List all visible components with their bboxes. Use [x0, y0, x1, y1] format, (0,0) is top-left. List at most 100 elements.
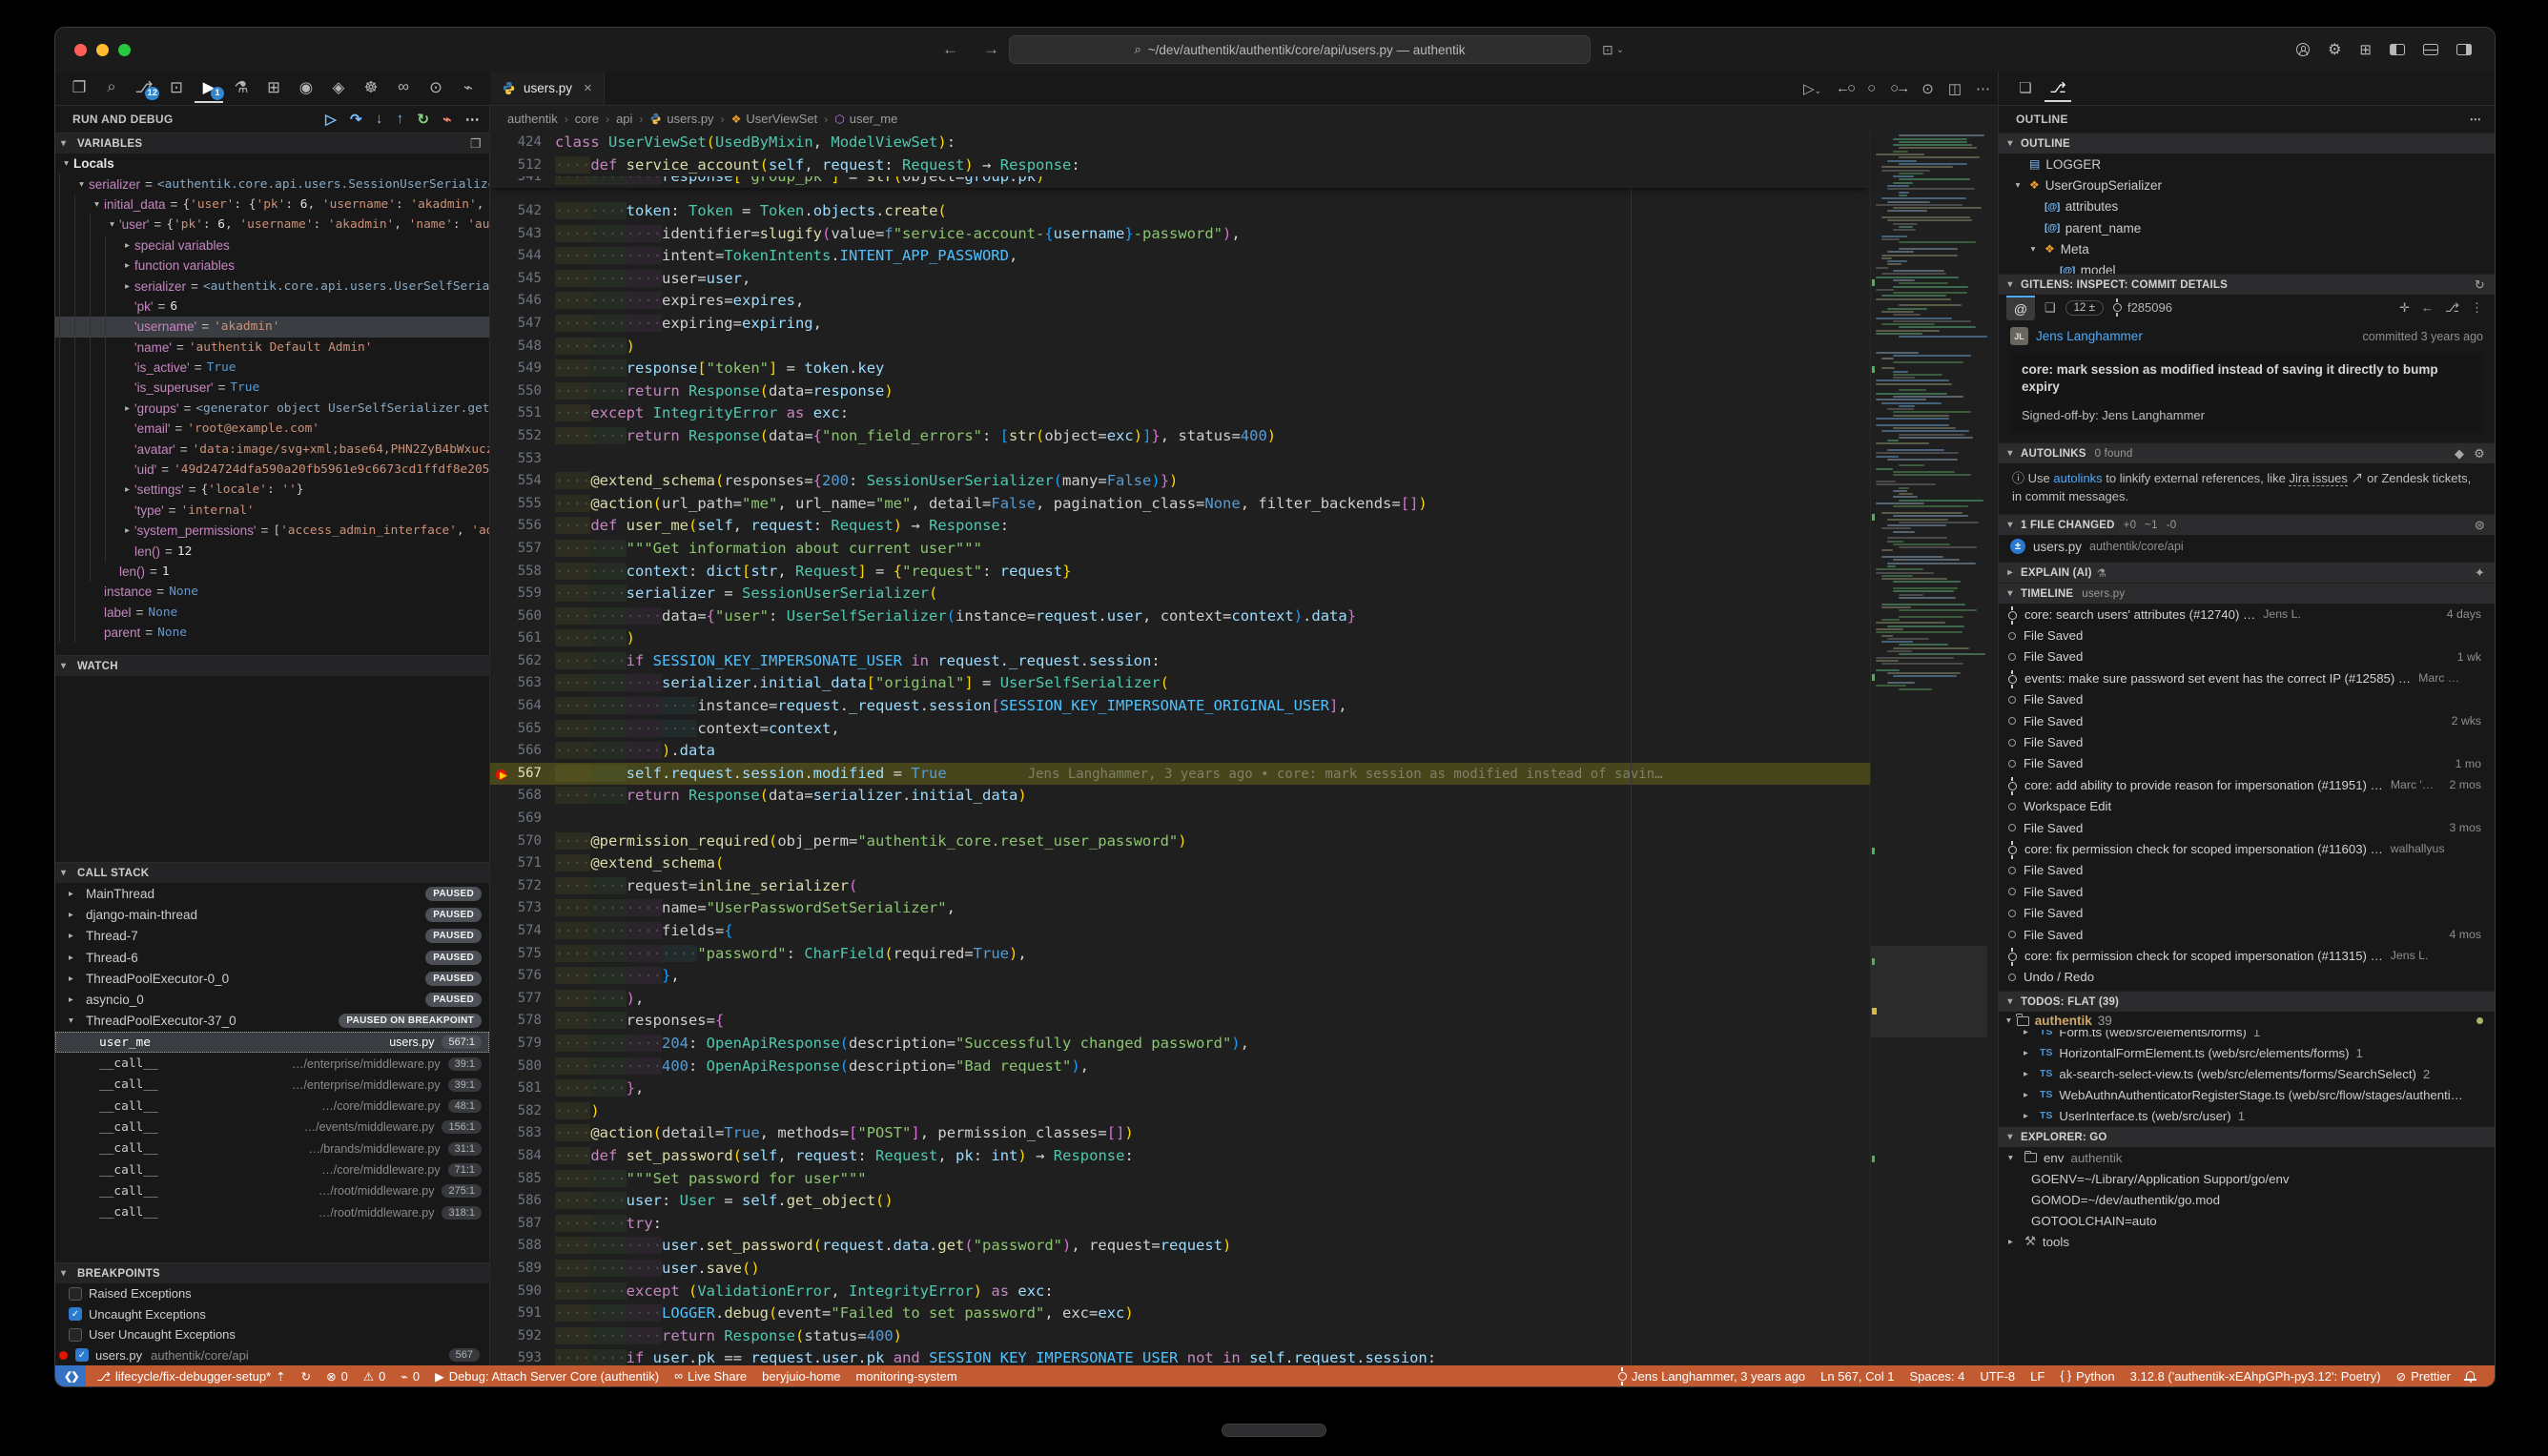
history-back-icon[interactable]: ←: [942, 40, 958, 59]
timeline-item[interactable]: core: search users' attributes (#12740) …: [1999, 604, 2495, 625]
activity-item-run-center[interactable]: ⊙: [421, 74, 450, 103]
status-item-lifecycle-fix-debugger-setup[interactable]: ⎇lifecycle/fix-debugger-setup*⇡: [90, 1369, 292, 1384]
jira-issues-link[interactable]: Jira issues: [2289, 471, 2347, 486]
code-line[interactable]: 569: [490, 808, 1870, 831]
status-item-beryjuio-home[interactable]: beryjuio-home: [755, 1369, 847, 1384]
checkbox[interactable]: ✓: [75, 1348, 89, 1362]
todo-item[interactable]: ▸TSUserInterface.ts (web/src/user)1: [1999, 1105, 2495, 1126]
code-editor[interactable]: 542········token: Token = Token.objects.…: [490, 132, 1998, 1365]
variable-row[interactable]: ▸'system_permissions'=['access_admin_int…: [55, 521, 489, 541]
manage-remote-window-button[interactable]: ⊡⌄: [1602, 42, 1624, 58]
close-window-button[interactable]: [74, 44, 87, 56]
code-line[interactable]: 558········context: dict[str, Request] =…: [490, 561, 1870, 584]
step-forward-icon[interactable]: ○→: [1890, 80, 1907, 96]
callstack-thread[interactable]: ▸Thread-6PAUSED: [55, 947, 489, 968]
status-item-prettier[interactable]: ⊘Prettier: [2390, 1369, 2457, 1384]
variable-row[interactable]: 'avatar'='data:image/svg+xml;base64,PHN2…: [55, 439, 489, 459]
timeline-item[interactable]: core: add ability to provide reason for …: [1999, 774, 2495, 795]
callstack-frame[interactable]: __call__…/enterprise/middleware.py39:1: [55, 1053, 489, 1074]
breadcrumb-item[interactable]: api: [616, 112, 632, 126]
status-item-0[interactable]: ⌁0: [394, 1369, 426, 1384]
go-env-var[interactable]: GOENV=~/Library/Application Support/go/e…: [1999, 1168, 2495, 1189]
variable-row[interactable]: 'uid'='49d24724dfa590a20fb5961e9c6673cd1…: [55, 460, 489, 480]
autolinks-link[interactable]: autolinks: [2053, 471, 2102, 485]
comments-view-icon[interactable]: ❏: [2012, 75, 2039, 102]
activity-item-kubernetes[interactable]: ☸: [357, 74, 385, 103]
code-line[interactable]: 588············user.set_password(request…: [490, 1235, 1870, 1258]
status-item-3-12-8-authentik-xeahpgph-py[interactable]: 3.12.8 ('authentik-xEAhpGPh-py3.12': Poe…: [2124, 1369, 2388, 1384]
go-tools-row[interactable]: ▸ ⚒ tools: [1999, 1231, 2495, 1252]
gitlens-header[interactable]: ▾GITLENS: INSPECT: COMMIT DETAILS ↻: [1999, 274, 2495, 295]
callstack-frame[interactable]: __call__…/brands/middleware.py31:1: [55, 1138, 489, 1159]
code-line[interactable]: 542········token: Token = Token.objects.…: [490, 200, 1870, 223]
variable-row[interactable]: ▾'user'={'pk': 6, 'username': 'akadmin',…: [55, 215, 489, 235]
code-line[interactable]: 572········request=inline_serializer(: [490, 875, 1870, 898]
code-line[interactable]: 574············fields={: [490, 920, 1870, 943]
remote-indicator[interactable]: ❮❯: [55, 1365, 86, 1386]
callstack-thread[interactable]: ▸django-main-threadPAUSED: [55, 904, 489, 925]
sticky-line[interactable]: 512····def service_account(self, request…: [490, 154, 1870, 177]
code-line[interactable]: 585········"""Set password for user""": [490, 1168, 1870, 1191]
callstack-frame[interactable]: __call__…/core/middleware.py48:1: [55, 1096, 489, 1117]
code-line[interactable]: 556····def user_me(self, request: Reques…: [490, 515, 1870, 538]
todo-item[interactable]: ▸TSHorizontalFormElement.ts (web/src/ele…: [1999, 1042, 2495, 1063]
timeline-item[interactable]: File Saved: [1999, 860, 2495, 881]
variable-row[interactable]: 'username'='akadmin': [55, 317, 489, 337]
status-item-0[interactable]: ⚠0: [357, 1369, 392, 1384]
status-item-utf-8[interactable]: UTF-8: [1973, 1369, 2022, 1384]
code-line[interactable]: 590········except (ValidationError, Inte…: [490, 1281, 1870, 1303]
breakpoint-row[interactable]: User Uncaught Exceptions: [55, 1324, 489, 1345]
variable-row[interactable]: 'is_active'=True: [55, 358, 489, 378]
breakpoint-file-row[interactable]: ✓users.pyauthentik/core/api567: [55, 1345, 489, 1366]
activity-item-testing[interactable]: ⚗: [227, 74, 256, 103]
settings-gear-icon[interactable]: ⚙: [2328, 40, 2341, 59]
tab-users-py[interactable]: users.py ×: [490, 72, 605, 105]
activity-item-source-control[interactable]: ⎇12: [130, 74, 158, 103]
timeline-item[interactable]: File Saved1 wk: [1999, 646, 2495, 667]
status-item-jens-langhammer-3-years-ago[interactable]: Jens Langhammer, 3 years ago: [1612, 1369, 1812, 1384]
step-into-button[interactable]: ↓: [376, 111, 383, 128]
variable-row[interactable]: len()=12: [55, 541, 489, 561]
timeline-item[interactable]: File Saved: [1999, 881, 2495, 902]
status-item-monitoring-system[interactable]: monitoring-system: [850, 1369, 964, 1384]
timeline-item[interactable]: File Saved: [1999, 625, 2495, 646]
variable-row[interactable]: 'email'='root@example.com': [55, 419, 489, 439]
status-item-0[interactable]: ⊗0: [319, 1369, 355, 1384]
breadcrumb-item[interactable]: core: [575, 112, 599, 126]
split-editor-icon[interactable]: ◫: [1948, 80, 1962, 97]
timeline-item[interactable]: File Saved: [1999, 902, 2495, 923]
checkbox[interactable]: ✓: [69, 1307, 82, 1321]
code-line[interactable]: 555····@action(url_path="me", url_name="…: [490, 493, 1870, 516]
activity-item-azure[interactable]: ◈: [324, 74, 353, 103]
checkbox[interactable]: [69, 1328, 82, 1342]
variable-row[interactable]: ▸serializer=<authentik.core.api.users.Us…: [55, 276, 489, 296]
variable-row[interactable]: ▾Locals: [55, 154, 489, 174]
gitlens-inspect-view-icon[interactable]: ⎇: [2045, 75, 2071, 102]
code-line[interactable]: 566············).data: [490, 740, 1870, 763]
restart-button[interactable]: ↻: [417, 111, 429, 128]
activity-item-explorer[interactable]: ❐: [65, 74, 93, 103]
activity-item-ports[interactable]: ⌁: [454, 74, 483, 103]
code-line[interactable]: 562········if SESSION_KEY_IMPERSONATE_US…: [490, 650, 1870, 673]
commit-sha[interactable]: f285096: [2113, 300, 2172, 315]
code-line[interactable]: 581········},: [490, 1077, 1870, 1100]
graph-icon[interactable]: ⎇: [2445, 300, 2459, 316]
outline-item-model[interactable]: [@]model: [1999, 259, 2495, 274]
breakpoint-row[interactable]: Raised Exceptions: [55, 1283, 489, 1304]
run-python-file-button[interactable]: ▷⌄: [1803, 80, 1821, 97]
code-line[interactable]: 560············data={"user": UserSelfSer…: [490, 605, 1870, 628]
status-item[interactable]: [2459, 1373, 2481, 1379]
timeline-item[interactable]: File Saved: [1999, 731, 2495, 752]
continue-button[interactable]: ▷: [325, 111, 337, 128]
explain-ai-header[interactable]: ▸EXPLAIN (AI) ⚗ ✦: [1999, 562, 2495, 583]
variable-row[interactable]: 'type'='internal': [55, 501, 489, 521]
code-line[interactable]: 589············user.save(): [490, 1258, 1870, 1281]
timeline-item[interactable]: File Saved: [1999, 689, 2495, 710]
callstack-thread[interactable]: ▸Thread-7PAUSED: [55, 926, 489, 947]
callstack-thread[interactable]: ▾ThreadPoolExecutor-37_0PAUSED ON BREAKP…: [55, 1011, 489, 1032]
code-line[interactable]: 593········if user.pk == request.user.pk…: [490, 1347, 1870, 1365]
callstack-thread[interactable]: ▸ThreadPoolExecutor-0_0PAUSED: [55, 968, 489, 989]
variable-row[interactable]: ▾initial_data={'user': {'pk': 6, 'userna…: [55, 195, 489, 215]
status-item-ln-567-col-1[interactable]: Ln 567, Col 1: [1814, 1369, 1901, 1384]
code-line[interactable]: 587········try:: [490, 1213, 1870, 1236]
